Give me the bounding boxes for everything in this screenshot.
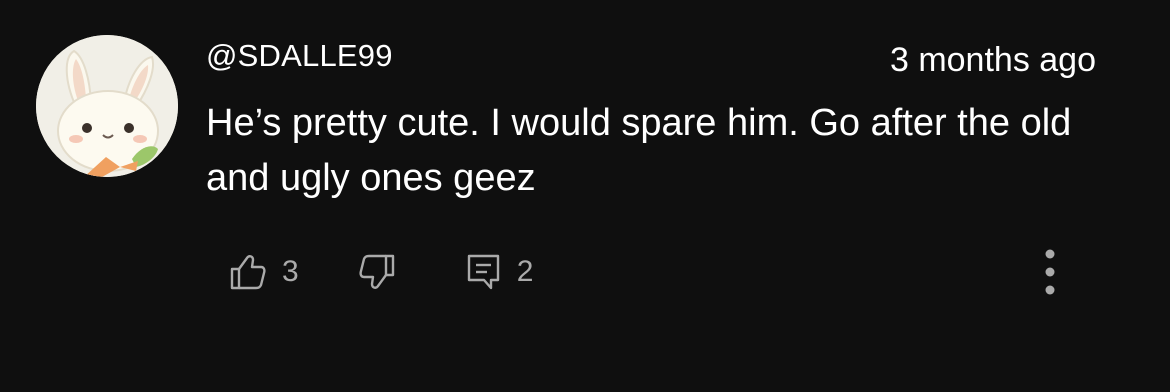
more-vertical-icon	[1045, 249, 1055, 295]
comment-icon	[467, 254, 499, 290]
comment-timestamp: 3 months ago	[889, 41, 1096, 79]
comment-text: He’s pretty cute. I would spare him. Go …	[206, 102, 1072, 199]
thumbs-up-icon	[230, 255, 266, 290]
like-count: 3	[282, 255, 299, 288]
comment-actions: 3 2	[228, 248, 533, 296]
comment-author[interactable]: @SDALLE99	[206, 38, 393, 74]
more-options-button[interactable]	[1034, 244, 1066, 300]
thumbs-down-icon	[359, 254, 394, 289]
reply-count: 2	[516, 255, 534, 288]
bunny-avatar-image	[36, 35, 178, 177]
avatar[interactable]	[36, 35, 178, 177]
dislike-button[interactable]	[357, 252, 397, 292]
reply-button[interactable]: 2	[465, 252, 534, 292]
like-button[interactable]: 3	[228, 252, 299, 292]
